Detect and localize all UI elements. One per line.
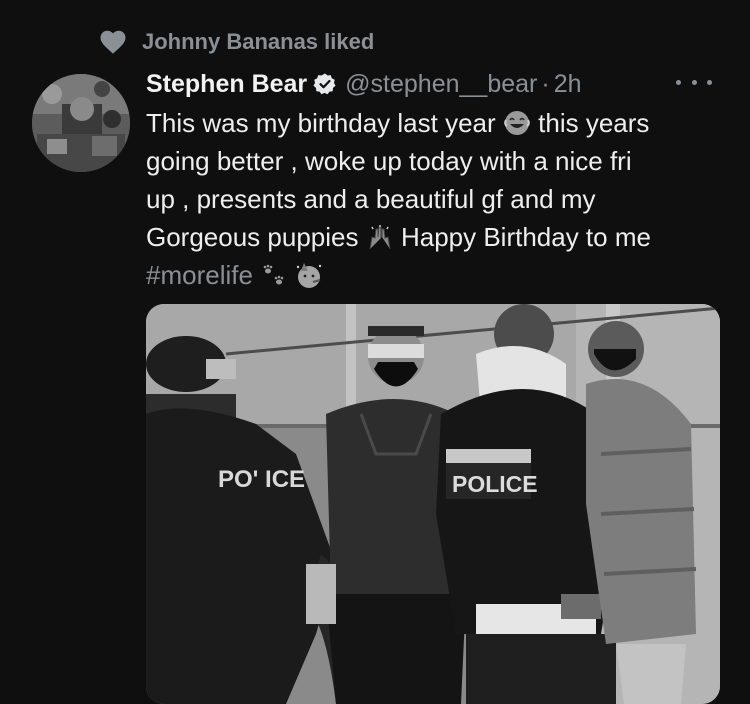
laughing-tears-emoji xyxy=(503,109,531,137)
paw-prints-emoji xyxy=(260,261,288,289)
tweet-text-line: going better , woke up today with a nice… xyxy=(146,146,632,176)
hashtag-link[interactable]: #morelife xyxy=(146,260,253,290)
author-handle[interactable]: @stephen__bear xyxy=(345,70,537,99)
vest-label-left: PO' ICE xyxy=(218,466,305,493)
tweet-text-line: This was my birthday last year this year… xyxy=(146,108,650,138)
tweet-media-photo[interactable]: PO' ICE POLICE xyxy=(146,304,720,704)
social-context[interactable]: Johnny Bananas liked xyxy=(98,27,374,57)
author-display-name[interactable]: Stephen Bear xyxy=(146,70,307,99)
tweet-text-line: #morelife xyxy=(146,256,746,294)
tweet-header: Stephen Bear @stephen__bear · 2h xyxy=(146,66,582,102)
avatar[interactable] xyxy=(32,74,130,172)
tweet-timestamp[interactable]: 2h xyxy=(554,70,582,99)
liked-by-text: Johnny Bananas liked xyxy=(142,29,375,54)
vest-label-right: POLICE xyxy=(452,471,538,497)
party-face-emoji xyxy=(295,261,323,289)
tweet-text-line: up , presents and a beautiful gf and my xyxy=(146,184,596,214)
verified-badge-icon xyxy=(313,72,337,96)
tweet-text: This was my birthday last year this year… xyxy=(146,104,746,294)
tweet-text-line: Gorgeous puppies Happy Birthday to me xyxy=(146,222,651,252)
heart-icon xyxy=(98,27,128,57)
more-options-icon[interactable] xyxy=(676,70,712,94)
separator-dot: · xyxy=(541,69,550,98)
raised-hands-emoji xyxy=(366,223,394,251)
